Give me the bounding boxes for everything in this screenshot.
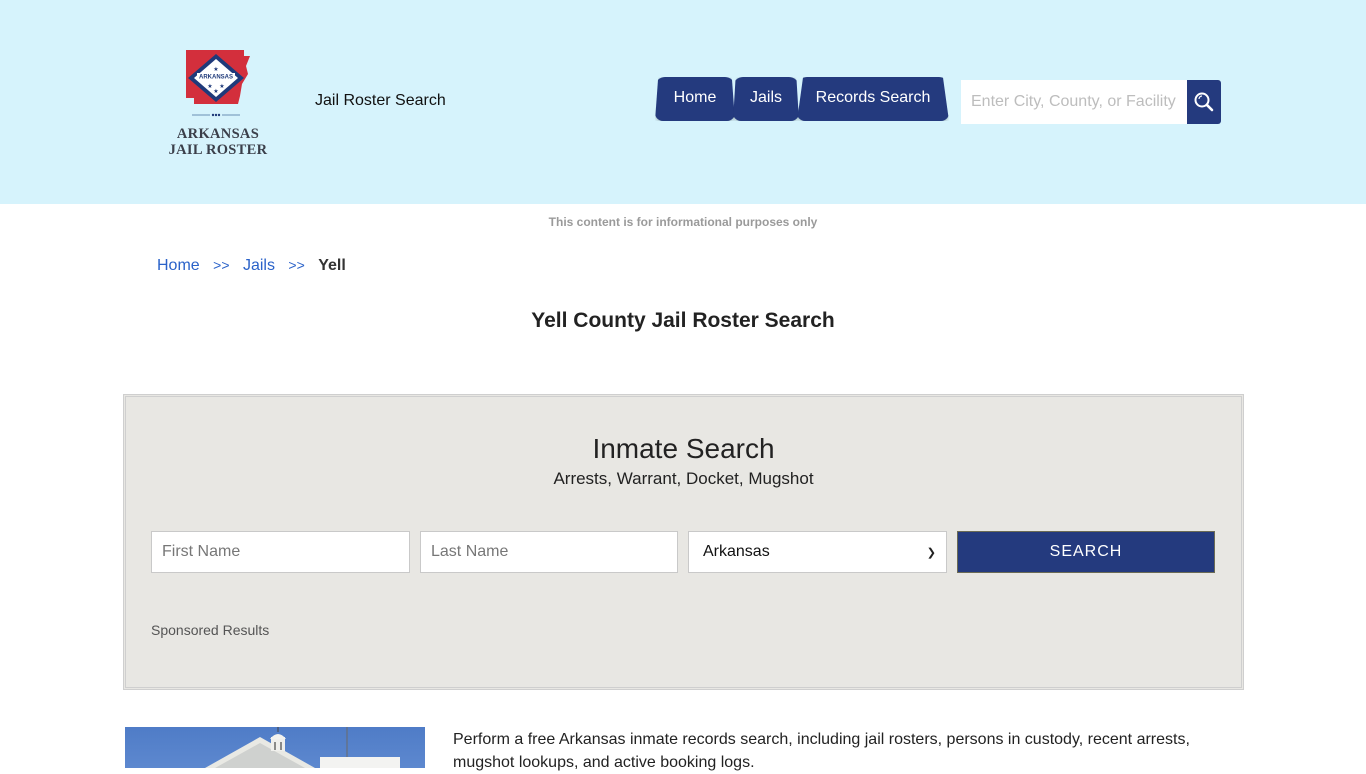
search-icon	[1194, 92, 1214, 112]
arkansas-flag-map-icon: ARKANSAS ★ ★ ★ ★	[186, 50, 250, 117]
intro-paragraph: Perform a free Arkansas inmate records s…	[453, 731, 1190, 771]
page-title: Yell County Jail Roster Search	[531, 309, 835, 332]
svg-text:★: ★	[207, 83, 212, 90]
inmate-search-panel: Inmate Search Arrests, Warrant, Docket, …	[123, 394, 1244, 690]
breadcrumb-jails[interactable]: Jails	[243, 257, 275, 274]
chevron-down-icon: ❯	[926, 546, 936, 559]
first-name-input[interactable]	[151, 531, 410, 573]
svg-text:★: ★	[213, 66, 218, 73]
nav-records-search[interactable]: Records Search	[797, 77, 949, 121]
search-button[interactable]: SEARCH	[957, 531, 1215, 573]
breadcrumb-separator: >>	[213, 257, 230, 273]
state-select-value: Arkansas	[703, 543, 770, 560]
site-logo[interactable]: ARKANSAS ★ ★ ★ ★ ARKANSAS JAIL ROSTER	[166, 44, 270, 164]
logo-line-1: ARKANSAS	[176, 126, 260, 142]
header-search	[961, 80, 1221, 124]
nav-home[interactable]: Home	[655, 77, 735, 121]
inmate-search-title: Inmate Search	[592, 433, 775, 464]
sponsored-results-label: Sponsored Results	[151, 622, 270, 638]
breadcrumb-current: Yell	[318, 257, 346, 274]
last-name-input[interactable]	[420, 531, 678, 573]
inmate-search-subtitle: Arrests, Warrant, Docket, Mugshot	[553, 469, 814, 488]
site-header: ARKANSAS ★ ★ ★ ★ ARKANSAS JAIL ROSTER Ja…	[0, 0, 1366, 204]
breadcrumb-separator: >>	[288, 257, 305, 273]
svg-text:★: ★	[219, 83, 224, 90]
disclaimer-text: This content is for informational purpos…	[548, 215, 818, 229]
courthouse-image	[205, 727, 400, 768]
svg-text:★: ★	[213, 88, 218, 95]
header-search-button[interactable]	[1187, 80, 1221, 124]
courthouse-photo	[125, 727, 425, 768]
logo-text: ARKANSAS JAIL ROSTER	[166, 126, 270, 158]
site-tagline: Jail Roster Search	[315, 92, 446, 109]
header-search-input[interactable]	[961, 80, 1187, 124]
svg-text:ARKANSAS: ARKANSAS	[199, 75, 233, 81]
nav-jails[interactable]: Jails	[733, 77, 799, 121]
logo-line-2: JAIL ROSTER	[168, 142, 268, 158]
state-select[interactable]: Arkansas ❯	[688, 531, 947, 573]
breadcrumb: Home >> Jails >> Yell	[157, 257, 346, 275]
breadcrumb-home[interactable]: Home	[157, 257, 200, 274]
